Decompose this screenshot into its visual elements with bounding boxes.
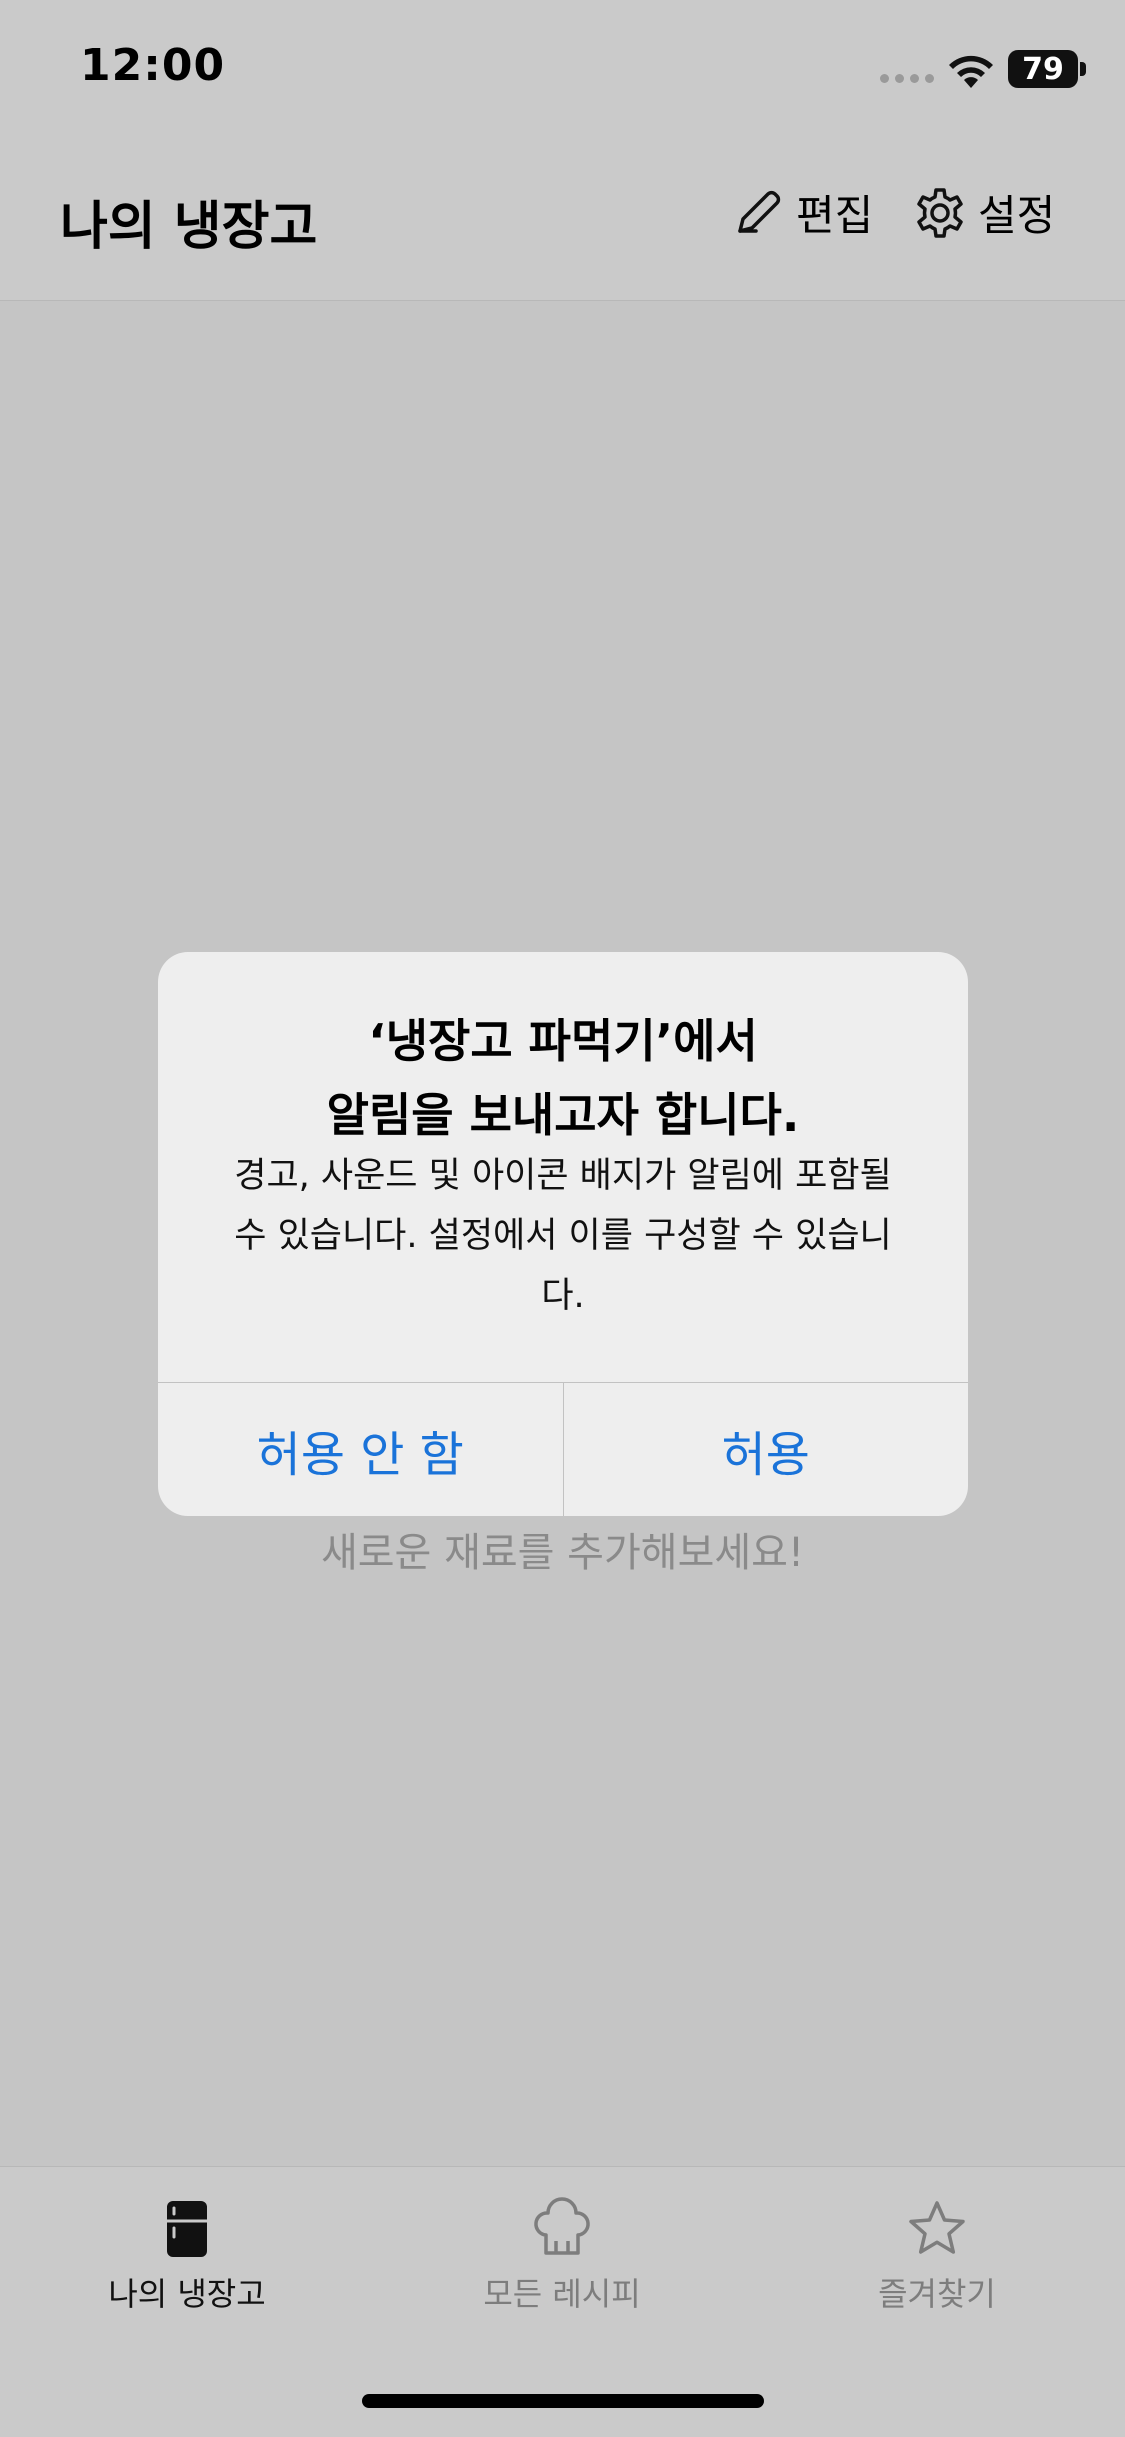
alert-title: ‘냉장고 파먹기’에서 알림을 보내고자 합니다. <box>158 1004 968 1152</box>
pencil-icon <box>738 190 781 233</box>
settings-button[interactable]: 설정 <box>912 182 1055 243</box>
tab-all-recipes[interactable]: 모든 레시피 <box>412 2197 712 2315</box>
navigation-bar: 나의 냉장고 편집 설정 <box>0 140 1125 301</box>
status-time: 12:00 <box>80 40 226 91</box>
notification-permission-alert: ‘냉장고 파먹기’에서 알림을 보내고자 합니다. 경고, 사운드 및 아이콘 … <box>158 952 968 1516</box>
tab-label-all-recipes: 모든 레시피 <box>483 2275 641 2313</box>
status-bar: 12:00 79 <box>0 0 1125 140</box>
chef-hat-icon <box>534 2197 590 2255</box>
empty-state-message: 새로운 재료를 추가해보세요! <box>320 1530 805 1576</box>
alert-message: 경고, 사운드 및 아이콘 배지가 알림에 포함될 수 있습니다. 설정에서 이… <box>234 1156 892 1316</box>
allow-button[interactable]: 허용 <box>564 1383 969 1516</box>
deny-button[interactable]: 허용 안 함 <box>158 1383 563 1516</box>
battery-icon: 79 <box>1008 50 1078 88</box>
tab-favorites[interactable]: 즐겨찾기 <box>787 2197 1087 2315</box>
settings-label: 설정 <box>978 191 1056 240</box>
alert-title-line1: ‘냉장고 파먹기’에서 <box>368 1014 758 1068</box>
page-title: 나의 냉장고 <box>60 197 318 257</box>
star-icon <box>909 2201 965 2254</box>
fridge-icon <box>167 2201 207 2257</box>
battery-cap <box>1080 62 1086 76</box>
edit-button[interactable]: 편집 <box>730 182 873 243</box>
alert-button-row: 허용 안 함 허용 <box>158 1382 968 1516</box>
tab-label-favorites: 즐겨찾기 <box>878 2275 996 2313</box>
cellular-signal-icon <box>880 74 934 83</box>
edit-label: 편집 <box>796 191 874 240</box>
tab-label-my-fridge: 나의 냉장고 <box>108 2275 266 2313</box>
alert-title-line2: 알림을 보내고자 합니다. <box>326 1088 800 1142</box>
home-indicator[interactable] <box>362 2394 764 2408</box>
wifi-icon <box>949 55 993 88</box>
gear-icon <box>917 187 963 238</box>
tab-my-fridge[interactable]: 나의 냉장고 <box>37 2197 337 2315</box>
